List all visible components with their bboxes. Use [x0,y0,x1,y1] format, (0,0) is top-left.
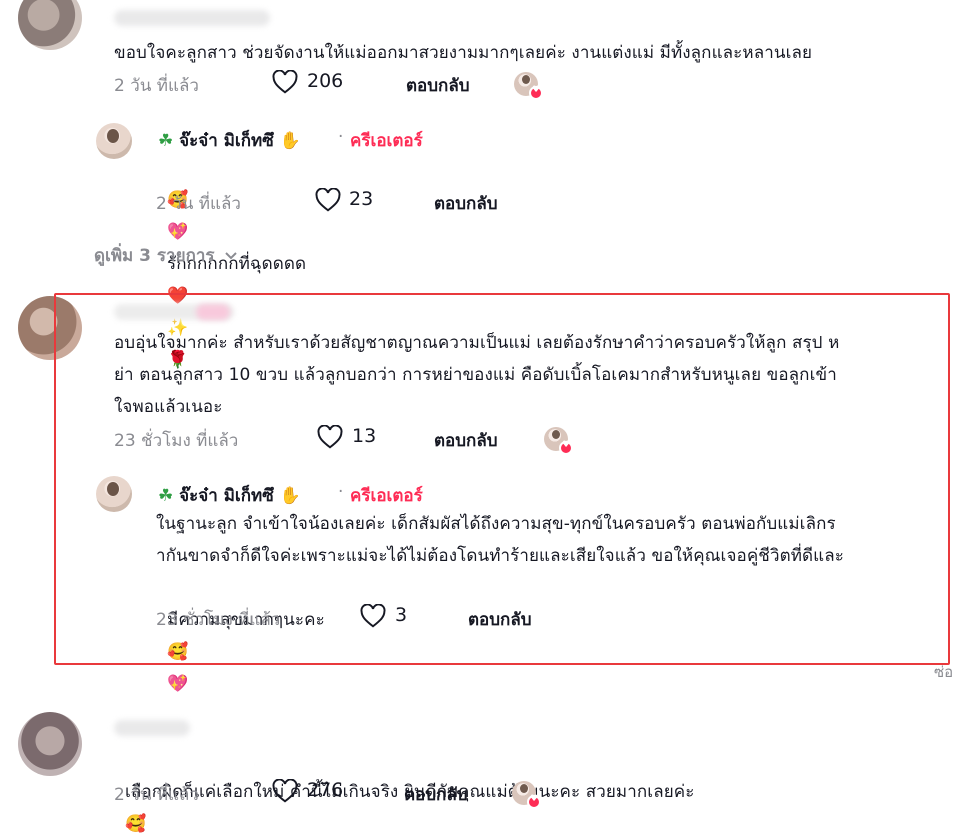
hamsa-icon: ✋ [279,131,301,151]
four-leaf-clover-icon: ☘ [158,131,174,151]
side-cutoff-text: ซ่อ [934,663,954,681]
like-count: 276 [307,779,344,801]
creator-liked-badge [512,781,541,809]
commenter-avatar[interactable] [18,712,82,776]
commenter-avatar[interactable] [18,0,82,50]
reply-time: 2 วัน ที่แล้ว [156,194,241,214]
smiling-face-with-hearts-icon: 🥰 [125,814,147,834]
heart-badge-icon [529,85,543,100]
chevron-down-icon [225,252,238,260]
sparkling-heart-icon: 💖 [167,674,189,694]
creator-liked-badge [514,72,543,100]
commenter-name-blurred[interactable] [114,10,270,26]
reply-button[interactable]: ตอบกลับ [404,781,468,808]
heart-icon[interactable] [315,188,341,212]
separator-dot: · [338,127,344,147]
heart-icon[interactable] [272,70,298,94]
comment-time: 2 วัน ที่แล้ว [114,76,199,96]
creator-avatar[interactable] [96,123,132,159]
heart-badge-icon [527,794,541,809]
view-more-replies[interactable]: ดูเพิ่ม 3 รายการ [94,242,238,269]
reply-button[interactable]: ตอบกลับ [406,72,470,99]
comment-text: ขอบใจคะลูกสาว ช่วยจัดงานให้แม่ออกมาสวยงา… [114,43,813,63]
creator-label: ครีเอเตอร์ [350,131,423,151]
reply-button[interactable]: ตอบกลับ [434,190,498,217]
reply-author[interactable]: ☘ จ๊ะจ๋า มิเก็ทซึ ✋ [158,127,301,154]
like-count: 206 [307,70,344,92]
commenter-name-blurred[interactable] [114,720,190,736]
comment-time: 2 วัน ที่แล้ว [114,785,199,805]
like-count: 23 [349,188,374,210]
heart-icon[interactable] [272,779,298,803]
highlight-annotation [54,293,950,665]
